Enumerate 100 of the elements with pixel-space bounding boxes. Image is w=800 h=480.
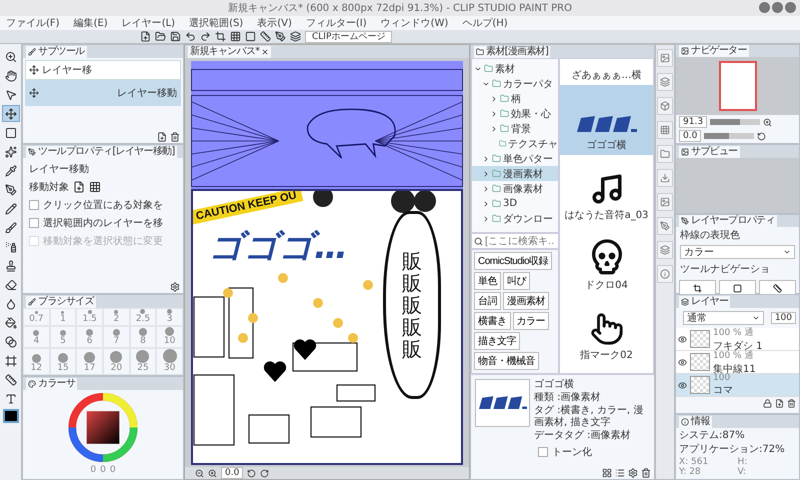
grid-view-icon[interactable] [602,468,612,478]
new-layer-icon[interactable] [775,399,784,408]
panel-tab[interactable]: ブラシサイズ [26,296,96,308]
close-icon[interactable] [261,48,270,56]
subtool-group-tab[interactable]: レイヤー移 [25,60,181,80]
eye-icon[interactable] [678,334,687,344]
new-file-icon[interactable] [140,31,151,42]
tag-button[interactable]: 描き文字 [474,332,520,350]
panel-tab[interactable]: サブツール [26,46,87,58]
panel-tab[interactable]: カラーサ [26,378,78,390]
tree-item[interactable]: 単色パター [472,151,558,166]
panel-tab[interactable]: ツールプロパティ[レイヤー移動] [26,146,177,158]
layer-row[interactable]: 100 % 通 集中線11 [676,351,799,374]
menu-item[interactable]: ファイル(F) [6,16,60,30]
panel-button[interactable] [657,97,673,115]
menu-item[interactable]: 選択範囲(S) [189,16,244,30]
menu-item[interactable]: 編集(E) [74,16,108,30]
zoom-in-icon[interactable] [208,468,217,478]
save-icon[interactable] [170,31,181,42]
panel-button[interactable] [657,265,673,283]
slider-value[interactable]: 0.0 [679,130,702,142]
zoom-in-icon[interactable] [763,118,772,126]
tree-item[interactable]: カラーパタ [472,76,558,91]
new-subtool-icon[interactable] [157,132,167,142]
tag-button[interactable]: 台詞 [474,292,501,310]
checkbox[interactable] [29,200,39,210]
redo-icon[interactable] [200,31,211,42]
layer-target-icon[interactable] [73,181,85,193]
list-view-icon[interactable] [615,468,625,478]
tag-button[interactable]: 叫び [503,272,530,290]
checkbox[interactable] [29,218,39,228]
panel-tab[interactable]: 素材[漫画素材] [474,46,550,58]
slider-value[interactable]: 91.3 [679,116,708,128]
pen-icon[interactable] [275,31,286,42]
menu-item[interactable]: ヘルプ(H) [462,16,508,30]
layer-row[interactable]: 100 コマ [676,374,799,397]
panel-button[interactable] [657,193,673,211]
rotate-right-icon[interactable] [260,468,270,478]
tree-item[interactable]: 3D [472,196,558,211]
slider[interactable] [710,119,760,125]
homepage-field[interactable]: CLIPホームページ [305,30,392,42]
material-item[interactable]: ゴゴゴ横 [560,85,653,155]
panel-button[interactable] [657,169,673,187]
trash-icon[interactable] [170,132,180,142]
rotation-field[interactable]: 0.0 [221,467,244,479]
lock-icon[interactable] [763,399,772,408]
panel-tab[interactable]: レイヤープロパティ [679,215,777,227]
menu-item[interactable]: フィルター(I) [306,16,367,30]
trash-icon[interactable] [641,468,651,478]
panel-button[interactable] [657,49,673,67]
rotate-icon[interactable] [757,132,766,140]
ruler-icon[interactable] [260,31,271,42]
tree-item[interactable]: 背景 [472,121,558,136]
tree-item[interactable]: 柄 [472,91,558,106]
grid-icon[interactable] [230,31,241,42]
main-color-swatch[interactable] [2,409,18,423]
color-wheel-drawing[interactable] [66,392,140,463]
tag-button[interactable]: 物音・機械音 [474,352,539,370]
subtool-item[interactable]: レイヤー移動 [25,80,181,106]
zoom-out-icon[interactable] [195,468,204,478]
tree-item[interactable]: テクスチャ [472,136,558,151]
panel-tab[interactable]: 情報 [679,416,712,428]
checkbox[interactable] [538,447,548,457]
eye-icon[interactable] [678,380,687,390]
layers-icon[interactable] [290,31,301,42]
trash-icon[interactable] [787,399,796,408]
settings-icon[interactable] [628,468,638,478]
panel-tab[interactable]: ナビゲーター [679,45,749,58]
tree-item[interactable]: 画像素材 [472,181,558,196]
menu-item[interactable]: ウィンドウ(W) [380,16,448,30]
layer-row[interactable]: 100 % 通 フキダシ 1 [676,328,799,351]
blend-mode-dropdown[interactable]: 通常 [683,311,764,325]
panel-tab[interactable]: レイヤー [679,296,730,308]
rotate-left-icon[interactable] [247,468,256,478]
menu-item[interactable]: レイヤー(L) [122,16,176,30]
settings-icon[interactable] [170,282,180,292]
square-icon[interactable] [245,31,256,42]
menu-item[interactable]: 表示(V) [257,16,292,30]
panel-button[interactable] [657,241,673,259]
slider[interactable] [704,133,754,139]
tag-button[interactable]: 漫画素材 [503,292,549,310]
tree-item[interactable]: 素材 [472,61,558,76]
maximize-button[interactable] [772,2,783,13]
eye-icon[interactable] [678,358,687,366]
tag-button[interactable]: ComicStudio収録 [474,252,552,270]
tag-button[interactable]: カラー [512,312,549,330]
panel-tab[interactable]: サブビュー [679,146,740,158]
tree-item[interactable]: 漫画素材 [472,166,558,181]
open-folder-icon[interactable] [155,31,166,42]
tree-item[interactable]: 効果・心 [472,106,558,121]
panel-button[interactable] [657,121,673,139]
panel-button[interactable] [657,73,673,91]
canvas-tab[interactable]: 新規キャンバス* [188,46,272,58]
panel-button[interactable] [657,217,673,235]
tag-button[interactable]: 単色 [474,272,501,290]
tag-button[interactable]: 横書き [474,312,510,330]
search-field[interactable]: [ここに検索キ… [471,233,559,249]
color-dropdown[interactable]: カラー [680,245,795,259]
tool-button[interactable] [2,105,20,122]
undo-icon[interactable] [185,31,196,42]
